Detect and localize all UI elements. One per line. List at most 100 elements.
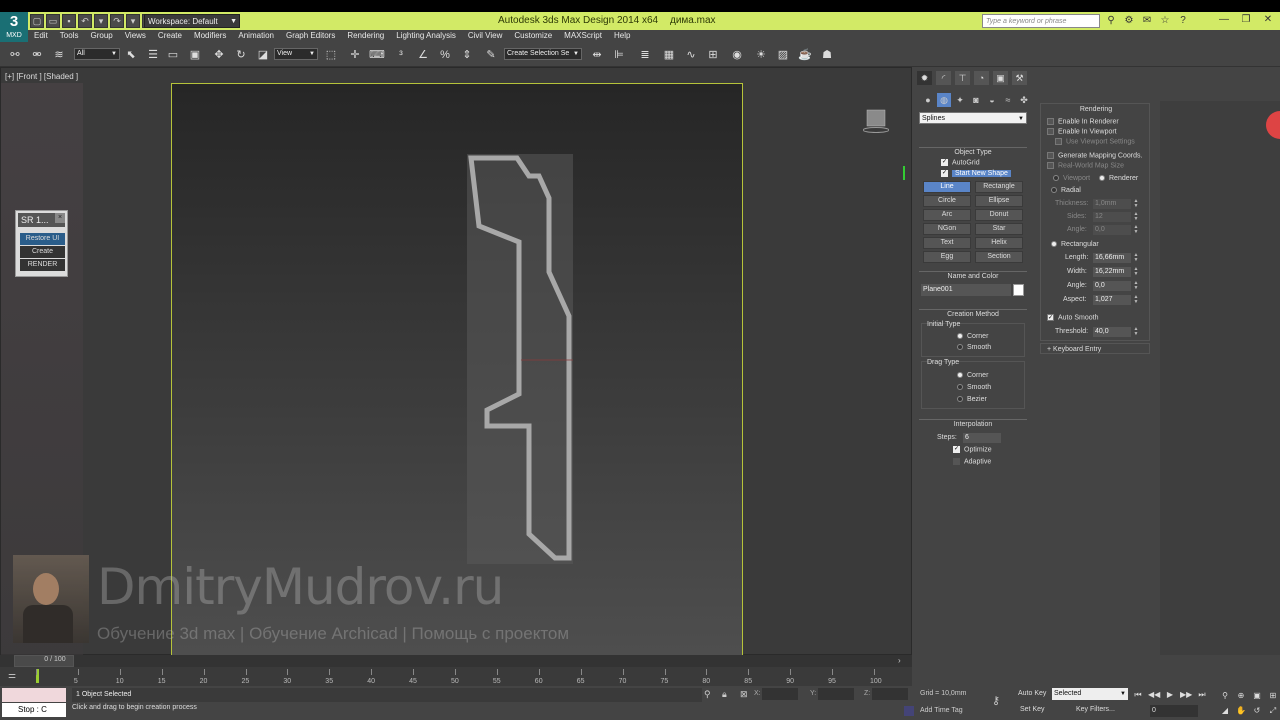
menu-item-lighting-analysis[interactable]: Lighting Analysis xyxy=(390,30,462,42)
viewport-label[interactable]: [+] [Front ] [Shaded ] xyxy=(5,72,78,81)
optimize-checkbox[interactable]: ✓ Optimize xyxy=(953,446,992,453)
lights-icon[interactable]: ✦ xyxy=(953,93,967,107)
object-type-donut-button[interactable]: Donut xyxy=(975,209,1023,221)
auto-smooth-checkbox[interactable]: ✓ Auto Smooth xyxy=(1047,314,1098,321)
new-file-icon[interactable]: ▢ xyxy=(30,14,44,28)
object-type-ngon-button[interactable]: NGon xyxy=(923,223,971,235)
steps-spinner[interactable]: 6 xyxy=(963,433,1001,443)
unlink-icon[interactable]: ⚮ xyxy=(28,46,46,64)
window-crossing-icon[interactable]: ▣ xyxy=(186,46,204,64)
mirror-icon[interactable]: ⇹ xyxy=(588,46,606,64)
initial-corner-radio[interactable]: Corner xyxy=(957,333,988,340)
enable-in-viewport-checkbox[interactable]: Enable In Viewport xyxy=(1047,128,1117,135)
app-menu-logo[interactable]: 3 MXD xyxy=(0,12,28,42)
selection-filter-dropdown[interactable]: All ▼ xyxy=(74,48,120,60)
spinner-arrows-icon[interactable]: ▲ ▼ xyxy=(1133,253,1139,263)
real-world-checkbox[interactable]: Real-World Map Size xyxy=(1047,162,1124,169)
initial-smooth-radio[interactable]: Smooth xyxy=(957,344,991,351)
renderer-radio[interactable]: Renderer xyxy=(1099,175,1138,182)
current-frame-field[interactable]: 0 xyxy=(1150,705,1198,717)
menu-item-tools[interactable]: Tools xyxy=(54,30,85,42)
object-type-text-button[interactable]: Text xyxy=(923,237,971,249)
spline-profile-object[interactable] xyxy=(467,154,573,564)
geometry-icon[interactable]: ● xyxy=(921,93,935,107)
utilities-tab-icon[interactable]: ⚒ xyxy=(1012,71,1027,85)
restore-icon[interactable]: ❐ xyxy=(1238,13,1254,27)
rendering-rollout-title[interactable]: Rendering xyxy=(1041,104,1151,115)
render-iterative-icon[interactable]: ☗ xyxy=(818,46,836,64)
menu-item-graph-editors[interactable]: Graph Editors xyxy=(280,30,341,42)
object-type-arc-button[interactable]: Arc xyxy=(923,209,971,221)
object-type-ellipse-button[interactable]: Ellipse xyxy=(975,195,1023,207)
link-icon[interactable]: ⚯ xyxy=(6,46,24,64)
schematic-view-icon[interactable]: ⊞ xyxy=(704,46,722,64)
object-type-section-button[interactable]: Section xyxy=(975,251,1023,263)
zoom-extents-all-icon[interactable]: ⊞ xyxy=(1266,689,1280,702)
thickness-spinner[interactable]: 1,0mm xyxy=(1093,199,1131,209)
rendered-frame-window-icon[interactable]: ▨ xyxy=(774,46,792,64)
orbit-icon[interactable]: ↺ xyxy=(1250,704,1264,717)
interpolation-rollout[interactable]: Interpolation xyxy=(919,419,1027,429)
close-icon[interactable]: × xyxy=(55,213,65,223)
workspace-dropdown[interactable]: Workspace: Default ▼ xyxy=(144,14,240,28)
minimize-icon[interactable]: — xyxy=(1216,13,1232,27)
front-viewport[interactable]: [+] [Front ] [Shaded ] SR 1... × Restore… xyxy=(0,67,912,656)
object-color-swatch[interactable] xyxy=(1013,284,1024,296)
viewport-radio[interactable]: Viewport xyxy=(1053,175,1090,182)
pan-icon[interactable]: ✋ xyxy=(1234,704,1248,717)
object-type-rectangle-button[interactable]: Rectangle xyxy=(975,181,1023,193)
render-production-icon[interactable]: ☕ xyxy=(796,46,814,64)
add-time-tag-icon[interactable] xyxy=(904,706,914,716)
subscription-icon[interactable]: ⚙ xyxy=(1122,14,1136,28)
select-by-name-icon[interactable]: ☰ xyxy=(144,46,162,64)
zoom-icon[interactable]: ⚲ xyxy=(1218,689,1232,702)
mini-curve-editor-icon[interactable]: ⚌ xyxy=(8,670,16,681)
menu-item-rendering[interactable]: Rendering xyxy=(341,30,390,42)
keyboard-shortcut-override-icon[interactable]: ⌨ xyxy=(368,46,386,64)
display-tab-icon[interactable]: ▣ xyxy=(993,71,1008,85)
menu-item-create[interactable]: Create xyxy=(152,30,188,42)
menu-item-animation[interactable]: Animation xyxy=(232,30,280,42)
start-new-shape-checkbox[interactable]: ✓ Start New Shape xyxy=(941,170,1011,178)
systems-icon[interactable]: ✤ xyxy=(1017,93,1031,107)
z-coordinate-field[interactable] xyxy=(872,688,908,700)
time-slider[interactable]: 0 / 100 › xyxy=(0,655,912,667)
menu-item-help[interactable]: Help xyxy=(608,30,636,42)
previous-frame-icon[interactable]: ◀◀ xyxy=(1148,689,1160,701)
search-options-icon[interactable]: ⚲ xyxy=(1104,14,1118,28)
object-type-circle-button[interactable]: Circle xyxy=(923,195,971,207)
drag-smooth-radio[interactable]: Smooth xyxy=(957,384,991,391)
object-type-helix-button[interactable]: Helix xyxy=(975,237,1023,249)
spinner-arrows-icon[interactable]: ▲ ▼ xyxy=(1133,295,1139,305)
menu-item-civil-view[interactable]: Civil View xyxy=(462,30,509,42)
object-type-line-button[interactable]: Line xyxy=(923,181,971,193)
y-coordinate-field[interactable] xyxy=(818,688,854,700)
edit-named-selection-icon[interactable]: ✎ xyxy=(482,46,500,64)
use-viewport-settings-checkbox[interactable]: Use Viewport Settings xyxy=(1055,138,1135,145)
percent-snap-icon[interactable]: % xyxy=(436,46,454,64)
selection-lock-icon[interactable]: 🔒︎ xyxy=(722,689,727,700)
threshold-spinner[interactable]: 40,0 xyxy=(1093,327,1131,337)
spinner-arrows-icon[interactable]: ▲ ▼ xyxy=(1133,281,1139,291)
object-type-egg-button[interactable]: Egg xyxy=(923,251,971,263)
cameras-icon[interactable]: ◙ xyxy=(969,93,983,107)
creation-method-rollout[interactable]: Creation Method xyxy=(919,309,1027,319)
help-icon[interactable]: ? xyxy=(1176,14,1190,28)
motion-tab-icon[interactable]: ◔ xyxy=(974,71,989,85)
length-spinner[interactable]: 16,66mm xyxy=(1093,253,1131,263)
next-frame-icon[interactable]: ▶▶ xyxy=(1180,689,1192,701)
menu-item-maxscript[interactable]: MAXScript xyxy=(558,30,608,42)
rotate-icon[interactable]: ↻ xyxy=(232,46,250,64)
spinner-arrows-icon[interactable]: ▲ ▼ xyxy=(1133,199,1139,209)
shapes-icon[interactable]: ◍ xyxy=(937,93,951,107)
spinner-arrows-icon[interactable]: ▲ ▼ xyxy=(1133,225,1139,235)
object-type-star-button[interactable]: Star xyxy=(975,223,1023,235)
named-selection-dropdown[interactable]: Create Selection Se ▼ xyxy=(504,48,582,60)
redo-dropdown-icon[interactable]: ▾ xyxy=(126,14,140,28)
set-key-button[interactable]: Set Key xyxy=(1020,706,1045,713)
key-filters-button[interactable]: Key Filters... xyxy=(1076,706,1115,713)
drag-bezier-radio[interactable]: Bezier xyxy=(957,396,987,403)
undo-dropdown-icon[interactable]: ▾ xyxy=(94,14,108,28)
zoom-all-icon[interactable]: ⊕ xyxy=(1234,689,1248,702)
adaptive-checkbox[interactable]: Adaptive xyxy=(953,458,991,465)
